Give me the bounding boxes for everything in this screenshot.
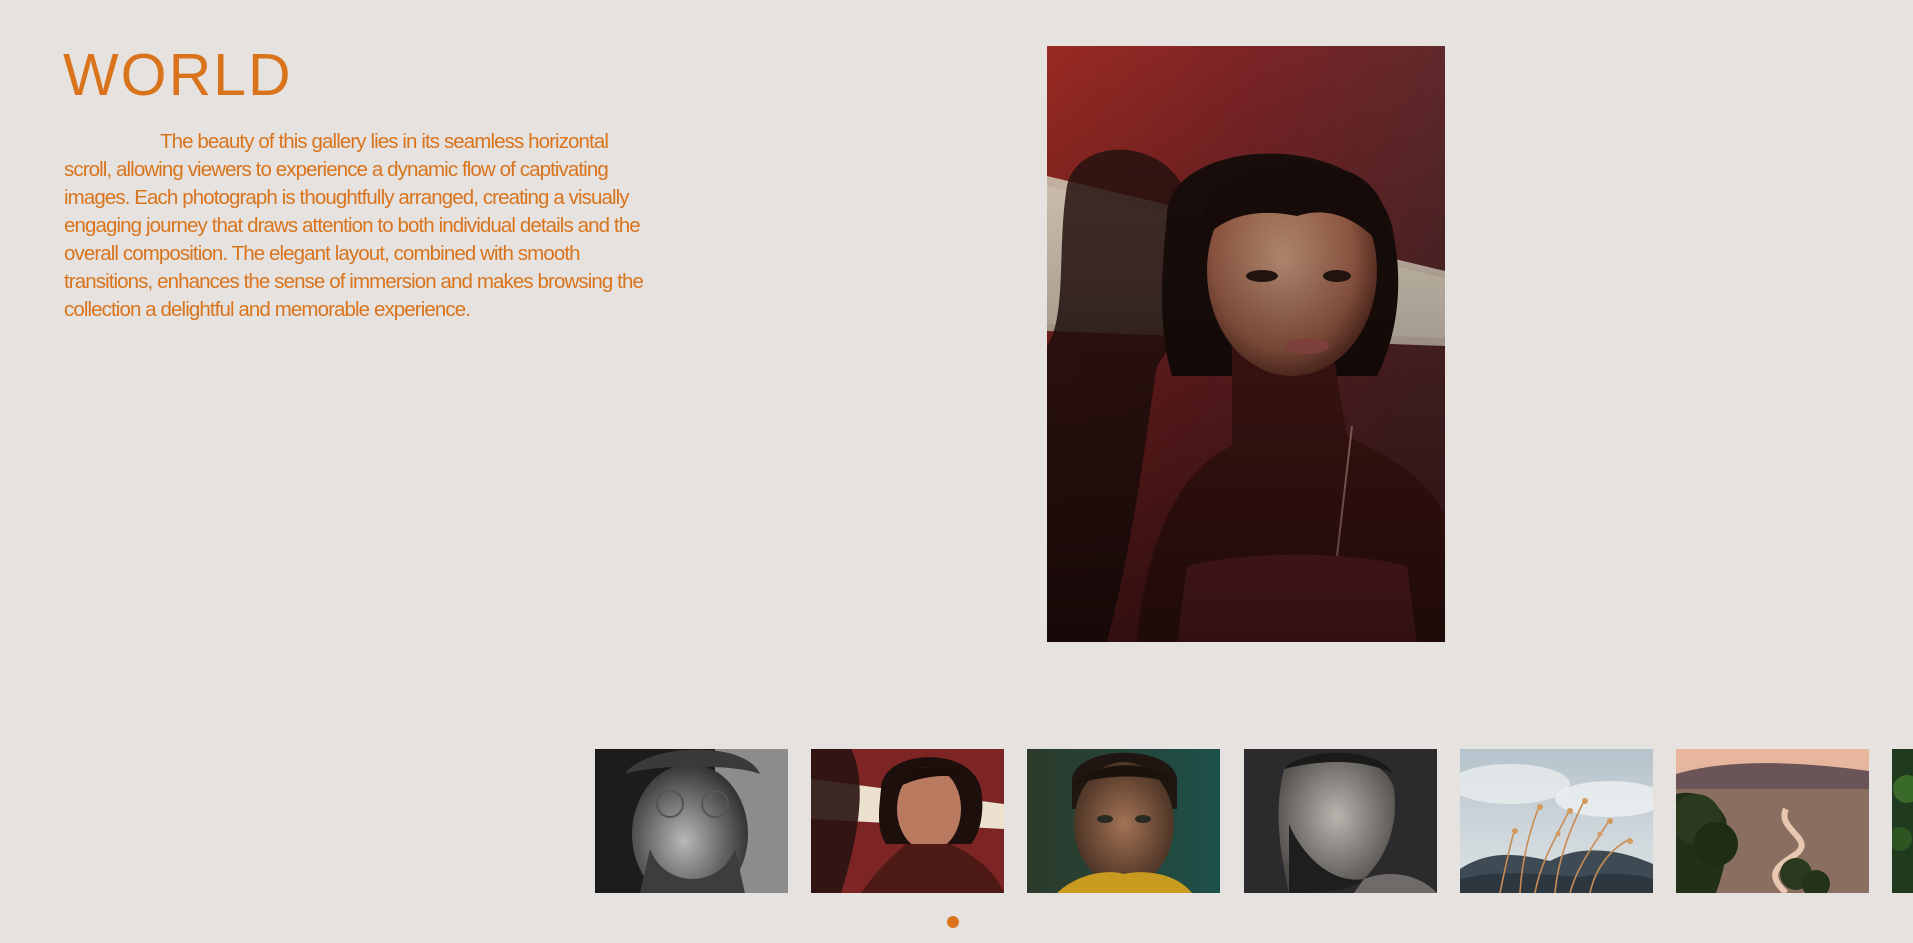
thumbnail-1[interactable] xyxy=(595,749,788,893)
thumbnail-4[interactable] xyxy=(1244,749,1437,893)
pager-dot-active[interactable] xyxy=(947,916,959,928)
thumbnail-2[interactable] xyxy=(811,749,1004,893)
featured-image[interactable] xyxy=(1047,46,1445,642)
thumbnail-strip[interactable] xyxy=(0,749,1913,893)
gallery-page: WORLD The beauty of this gallery lies in… xyxy=(0,0,1913,943)
gallery-description: The beauty of this gallery lies in its s… xyxy=(64,130,644,321)
thumbnail-3[interactable] xyxy=(1027,749,1220,893)
thumbnail-5[interactable] xyxy=(1460,749,1653,893)
thumbnail-7[interactable] xyxy=(1892,749,1913,893)
page-title: WORLD xyxy=(63,42,293,108)
thumbnail-6[interactable] xyxy=(1676,749,1869,893)
